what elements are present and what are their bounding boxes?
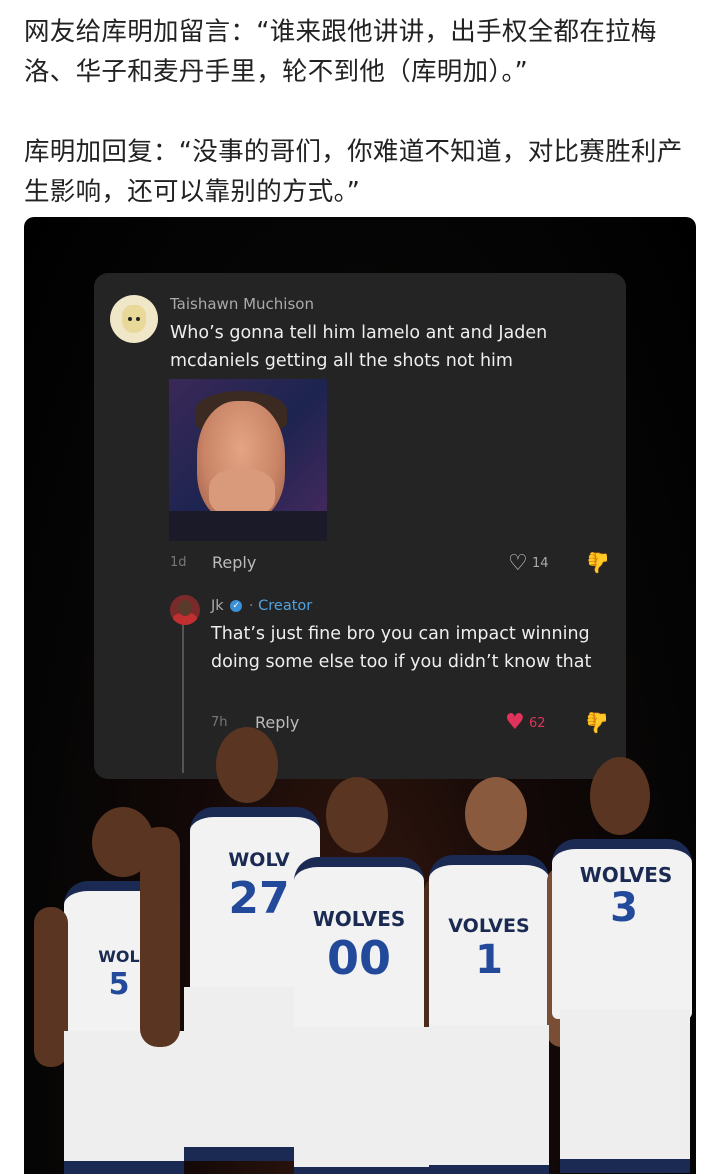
jersey-number: 1 [475, 937, 503, 983]
post-image[interactable]: Taishawn Muchison Who’s gonna tell him l… [24, 217, 696, 1174]
jersey-number: 00 [326, 931, 391, 985]
reply-author-name: Jk [211, 598, 224, 614]
reply-like-count: 62 [529, 716, 546, 731]
jersey-text: VOLVES [448, 915, 530, 937]
creator-badge: Creator [258, 598, 313, 614]
post-text: 网友给库明加留言：“谁来跟他讲讲，出手权全都在拉梅洛、华子和麦丹手里，轮不到他（… [24, 12, 704, 212]
comment-screenshot: Taishawn Muchison Who’s gonna tell him l… [94, 273, 626, 779]
comment-time: 1d [170, 555, 187, 570]
post-paragraph-2: 库明加回复：“没事的哥们，你难道不知道，对比赛胜利产生影响，还可以靠别的方式。” [24, 137, 683, 207]
thumbs-down-icon: 👍 [585, 711, 610, 735]
jersey-text: WOLVES [312, 907, 406, 931]
comment-actions: 1d Reply ♡ 14 👍 [170, 551, 611, 577]
reply-author-avatar [170, 595, 200, 625]
commenter-name: Taishawn Muchison [170, 295, 314, 313]
reaction-gif [169, 379, 327, 541]
player-3: WOLVES 3 [534, 757, 696, 1174]
jersey-text: WOLVES [579, 863, 673, 887]
heart-filled-icon: ♥ [505, 710, 525, 735]
verified-check-icon: ✓ [230, 600, 243, 612]
commenter-avatar [110, 295, 158, 343]
jersey-number: 3 [610, 885, 638, 931]
thumbs-down-icon: 👍 [586, 551, 611, 575]
post-paragraph-1: 网友给库明加留言：“谁来跟他讲讲，出手权全都在拉梅洛、华子和麦丹手里，轮不到他（… [24, 17, 657, 87]
comment-reply-button: Reply [212, 553, 257, 572]
comment-like-count: 14 [532, 556, 549, 571]
players-photo: WOL 5 WOLV 27 WOLVES 00 VOLVES 1 WOLVES … [24, 727, 696, 1174]
heart-outline-icon: ♡ [508, 551, 528, 576]
reply-author: Jk ✓ · Creator [211, 598, 313, 614]
comment-text: Who’s gonna tell him lamelo ant and Jade… [170, 323, 548, 371]
reply-text: That’s just fine bro you can impact winn… [211, 624, 592, 672]
